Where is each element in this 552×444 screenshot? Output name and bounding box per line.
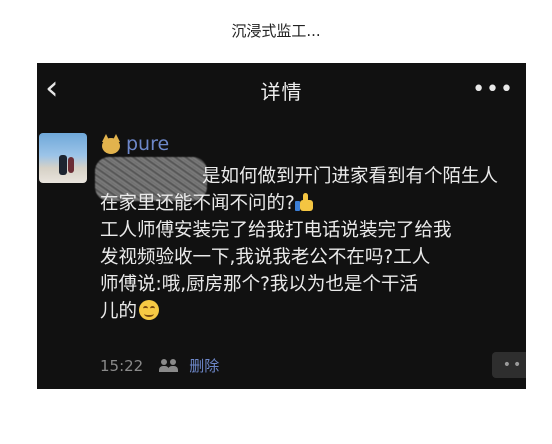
avatar-figure	[59, 155, 67, 175]
delete-link[interactable]: 删除	[189, 355, 219, 376]
post-text-line1: 是如何做到开门进家看到有个陌生人	[202, 166, 499, 187]
visibility-people-icon[interactable]	[159, 358, 179, 373]
avatar-figure-2	[68, 157, 74, 173]
avatar[interactable]	[39, 133, 87, 183]
back-button[interactable]: ‹	[45, 71, 59, 105]
username-link[interactable]: pure	[126, 133, 169, 155]
post-text-line2: 在家里还能不闻不问的?	[100, 193, 295, 214]
thumbs-up-icon	[294, 193, 315, 211]
more-options-button[interactable]: •••	[472, 77, 514, 102]
cat-icon	[100, 133, 122, 155]
wechat-moments-detail-screen: ‹ 详情 ••• pure 是如何做到开门进家看到有个陌生人 在家里还能不闻不问…	[37, 63, 526, 389]
user-row: pure	[100, 133, 169, 155]
post-time: 15:22	[100, 356, 144, 375]
nav-bar: ‹ 详情 •••	[37, 63, 526, 117]
post-text: 是如何做到开门进家看到有个陌生人 在家里还能不闻不问的? 工人师傅安装完了给我打…	[100, 163, 522, 325]
image-caption: 沉浸式监工...	[231, 22, 321, 40]
smile-emoji-icon	[139, 300, 160, 320]
comment-like-button[interactable]: ••	[492, 352, 526, 378]
post-footer: 15:22 删除	[100, 355, 219, 376]
page-title: 详情	[260, 79, 303, 104]
